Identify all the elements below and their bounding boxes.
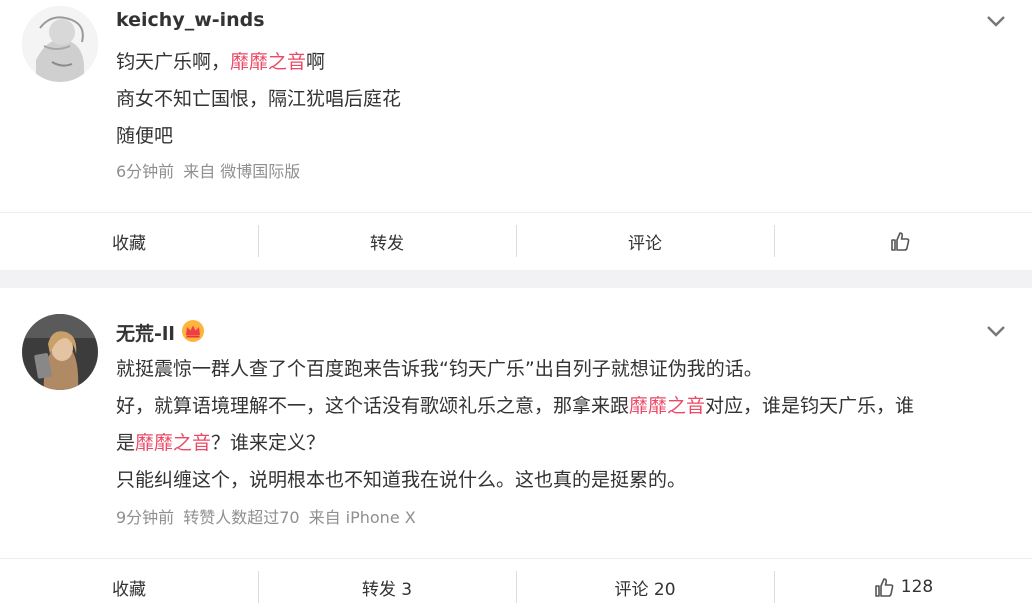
topic-link[interactable]: 靡靡之音 [629, 395, 705, 417]
username[interactable]: keichy_w-inds [116, 9, 265, 31]
username[interactable]: 无荒-ll [116, 319, 175, 346]
post-line: 只能纠缠这个，说明根本也不知道我在说什么。这也真的是挺累的。 [116, 469, 687, 491]
avatar[interactable] [22, 314, 98, 390]
like-button[interactable] [774, 213, 1032, 269]
post-source: 来自 微博国际版 [183, 162, 301, 181]
topic-link[interactable]: 靡靡之音 [230, 51, 306, 73]
favorite-button[interactable]: 收藏 [0, 559, 258, 615]
post-line: 就挺震惊一群人查了个百度跑来告诉我“钧天广乐”出自列子就想证伪我的话。 [116, 358, 763, 380]
thumbs-up-icon [874, 578, 894, 597]
post-line: 商女不知亡国恨，隔江犹唱后庭花 [116, 88, 402, 110]
crown-icon [182, 320, 204, 342]
post-time[interactable]: 6分钟前 [116, 162, 174, 181]
repost-button[interactable]: 转发 [258, 213, 516, 269]
avatar[interactable] [22, 6, 98, 82]
chevron-down-icon[interactable] [986, 14, 1006, 28]
like-count: 128 [900, 577, 934, 597]
post-content: 钧天广乐啊，靡靡之音啊 商女不知亡国恨，隔江犹唱后庭花 随便吧 [116, 44, 1012, 155]
chevron-down-icon[interactable] [986, 324, 1006, 338]
post-meta: 6分钟前 来自 微博国际版 [116, 158, 309, 182]
repost-button[interactable]: 转发 3 [258, 559, 516, 615]
repost-count-note: 转赞人数超过70 [183, 508, 300, 527]
post-source: 来自 iPhone X [308, 508, 416, 527]
post-line: 钧天广乐啊，靡靡之音啊 [116, 51, 326, 73]
favorite-button[interactable]: 收藏 [0, 213, 258, 269]
thumbs-up-icon [891, 232, 910, 251]
comment-button[interactable]: 评论 [516, 213, 774, 269]
post-card: 无荒-ll 就挺震惊一群人查了个百度跑来告诉我“钧天广乐”出自列子就想证伪我的话… [0, 288, 1032, 615]
post-content: 就挺震惊一群人查了个百度跑来告诉我“钧天广乐”出自列子就想证伪我的话。 好，就算… [116, 351, 1012, 499]
post-meta: 9分钟前 转赞人数超过70 来自 iPhone X [116, 504, 425, 528]
topic-link[interactable]: 靡靡之音 [135, 432, 211, 454]
action-bar: 收藏 转发 评论 [0, 212, 1032, 269]
post-line: 好，就算语境理解不一，这个话没有歌颂礼乐之意，那拿来跟靡靡之音对应，谁是钧天广乐… [116, 395, 915, 417]
post-line: 随便吧 [116, 125, 174, 147]
weibo-feed: keichy_w-inds 钧天广乐啊，靡靡之音啊 商女不知亡国恨，隔江犹唱后庭… [0, 0, 1032, 615]
post-time[interactable]: 9分钟前 [116, 508, 174, 527]
comment-button[interactable]: 评论 20 [516, 559, 774, 615]
post-line: 是靡靡之音？谁来定义？ [116, 432, 326, 454]
action-bar: 收藏 转发 3 评论 20 128 [0, 558, 1032, 615]
post-card: keichy_w-inds 钧天广乐啊，靡靡之音啊 商女不知亡国恨，隔江犹唱后庭… [0, 0, 1032, 270]
like-button[interactable]: 128 [774, 559, 1032, 615]
